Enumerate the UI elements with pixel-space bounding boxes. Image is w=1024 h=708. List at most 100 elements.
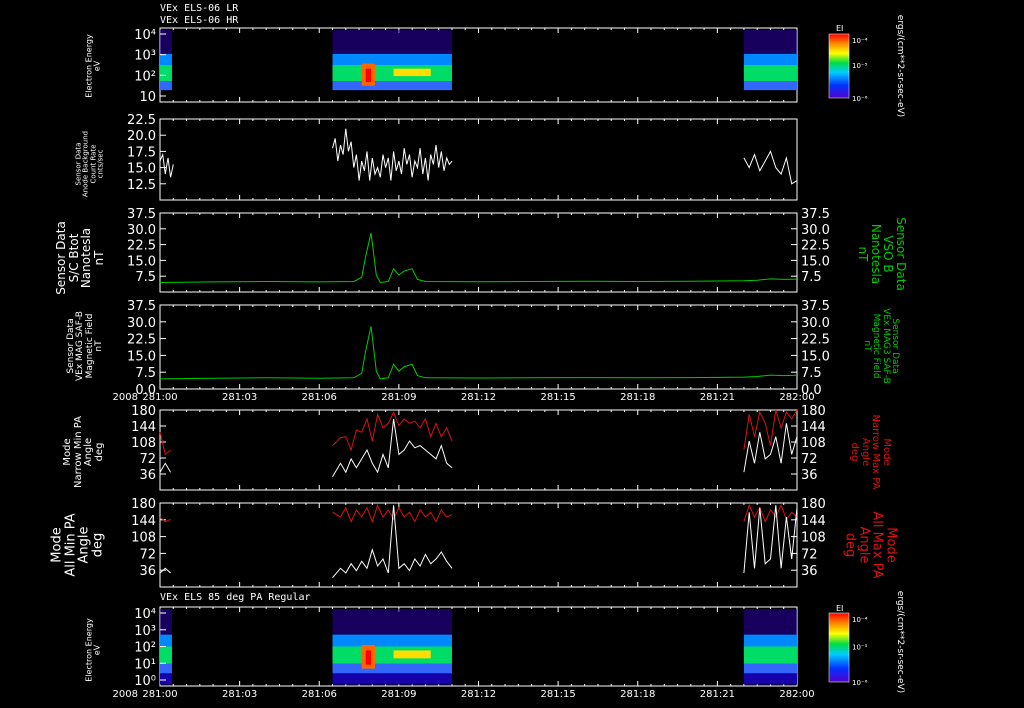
- spectrogram-noise-band: [743, 30, 797, 56]
- p7-ylabel: Electron Energy eV: [84, 618, 102, 682]
- x-tick-label: 281:21: [700, 689, 735, 700]
- title-lr: VEx ELS-06 LR: [160, 3, 239, 14]
- x-tick-label: 281:03: [222, 392, 257, 403]
- p5-ylabel-right: Mode Narrow Max PA Angle deg: [849, 414, 893, 490]
- y-tick-label: 22.5: [127, 333, 156, 348]
- spectrogram-core-band: [332, 65, 452, 82]
- y-tick-label-right: 7.5: [801, 270, 822, 285]
- p1-ylabel: Electron Energy eV: [84, 34, 102, 98]
- x-tick-label: 281:12: [461, 392, 496, 403]
- colorbar-units-bottom: ergs/(cm**2-sr-sec-eV): [895, 590, 905, 694]
- y-tick-label: 30.0: [127, 316, 156, 331]
- y-tick-label: 15.0: [127, 162, 156, 177]
- spectrogram-floor-band: [160, 673, 172, 685]
- x-tick-label: 281:15: [541, 392, 576, 403]
- panel-frame-7: [159, 606, 798, 687]
- y-tick-label: 17.5: [127, 145, 156, 160]
- y-tick-label-right: 180: [801, 497, 826, 512]
- x-tick-label: 282:00: [779, 689, 814, 700]
- anode-bg-series-0: [743, 150, 798, 185]
- y-tick-label: 144: [131, 420, 156, 435]
- y-tick-label-right: 37.5: [801, 299, 830, 314]
- colorbar-tick-label: 10⁻⁵: [852, 644, 868, 652]
- y-tick-label: 22.5: [127, 239, 156, 254]
- x-tick-label: 281:12: [461, 689, 496, 700]
- p6-ylabel-right: Mode All Max PA Angle deg: [842, 511, 899, 579]
- y-tick-label: 10²: [134, 641, 156, 656]
- y-tick-label: 10⁴: [134, 28, 156, 43]
- x-tick-label: 281:00: [142, 689, 177, 700]
- p2-ylabel: Sensor Data Anode Background Count Rate cnt…: [74, 130, 105, 198]
- spectrogram-yellow-band: [393, 68, 431, 77]
- y-tick-label-right: 36: [801, 468, 818, 483]
- y-tick-label: 15.0: [127, 349, 156, 364]
- spectrogram-hotspot: [365, 650, 372, 665]
- y-tick-label: 144: [131, 514, 156, 529]
- y-tick-label-right: 15.0: [801, 349, 830, 364]
- y-tick-label: 10³: [134, 624, 156, 639]
- y-tick-label: 180: [131, 497, 156, 512]
- p6-ylabel: Mode All Min PA Angle deg: [49, 513, 106, 577]
- y-tick-label-right: 144: [801, 514, 826, 529]
- narrow-pa-series-1: [159, 462, 172, 473]
- y-tick-label: 180: [131, 404, 156, 419]
- anode-bg-series-0: [159, 152, 174, 178]
- spectrogram-floor-band: [332, 673, 452, 685]
- y-tick-label-right: 144: [801, 420, 826, 435]
- y-tick-label: 108: [131, 436, 156, 451]
- colorbar-tick-label: 10⁻⁶: [852, 95, 868, 103]
- y-tick-label: 10³: [134, 49, 156, 64]
- narrow-pa-series-0: [743, 409, 798, 451]
- x-tick-label: 281:18: [620, 392, 655, 403]
- p5-ylabel: Mode Narrow Min PA Angle deg: [62, 415, 105, 489]
- spectrogram-low-band: [160, 663, 172, 674]
- btot-series-0: [159, 232, 798, 284]
- x-tick-label: 281:06: [302, 689, 337, 700]
- y-tick-label-right: 36: [801, 564, 818, 579]
- spectrogram-core-band: [160, 65, 172, 82]
- y-tick-label: 36: [139, 468, 156, 483]
- x-tick-label: 282:00: [779, 392, 814, 403]
- y-tick-label: 10¹: [134, 657, 156, 672]
- spectrogram-noise-band: [332, 609, 452, 637]
- x-tick-label: 281:09: [381, 689, 416, 700]
- p4-ylabel-right: Sensor Data VEx MAG3 SAF-B Magnetic Field n…: [861, 308, 900, 384]
- x-tick-label: 281:09: [381, 392, 416, 403]
- spectrogram-low-band: [160, 81, 172, 91]
- y-tick-label: 72: [139, 452, 156, 467]
- y-tick-label: 15.0: [127, 254, 156, 269]
- anode-bg-series-0: [332, 128, 453, 181]
- y-tick-label-right: 108: [801, 436, 826, 451]
- panel-frame-3: [159, 212, 798, 293]
- y-tick-label-right: 7.5: [801, 366, 822, 381]
- y-tick-label: 108: [131, 531, 156, 546]
- y-tick-label: 36: [139, 564, 156, 579]
- panel-frame-5: [159, 409, 798, 491]
- y-tick-label-right: 180: [801, 404, 826, 419]
- y-tick-label: 10⁰: [134, 674, 156, 689]
- title-hr: VEx ELS-06 HR: [160, 15, 239, 26]
- y-tick-label: 20.0: [127, 129, 156, 144]
- y-tick-label: 7.5: [135, 366, 156, 381]
- spectrogram-low-band: [332, 81, 452, 91]
- colorbar-title-bottom: EI: [836, 604, 844, 613]
- p3-ylabel: Sensor Data S/C Btot Nanotesla nT: [53, 221, 106, 295]
- y-tick-label: 30.0: [127, 223, 156, 238]
- panel-frame-6: [159, 502, 798, 588]
- y-tick-label: 7.5: [135, 270, 156, 285]
- panel-frame-2: [159, 118, 798, 201]
- colorbar-units-top: ergs/(cm**2-sr-sec-eV): [895, 14, 905, 118]
- x-tick-label: 281:18: [620, 689, 655, 700]
- y-tick-label-right: 72: [801, 452, 818, 467]
- y-tick-label-right: 37.5: [801, 207, 830, 222]
- colorbar: [828, 33, 850, 99]
- spectrogram-yellow-band: [393, 650, 431, 659]
- panel-frame-1: [159, 27, 798, 103]
- spectrogram-noise-band: [332, 30, 452, 56]
- spectrogram-core-band: [160, 646, 172, 664]
- colorbar-tick-label: 10⁻⁵: [852, 62, 868, 70]
- p4-ylabel: Sensor Data VEx MAG SAF-B Magnetic Field nT: [66, 311, 105, 381]
- narrow-pa-series-0: [159, 432, 171, 456]
- y-tick-label-right: 30.0: [801, 316, 830, 331]
- x-tick-label: 281:00: [142, 392, 177, 403]
